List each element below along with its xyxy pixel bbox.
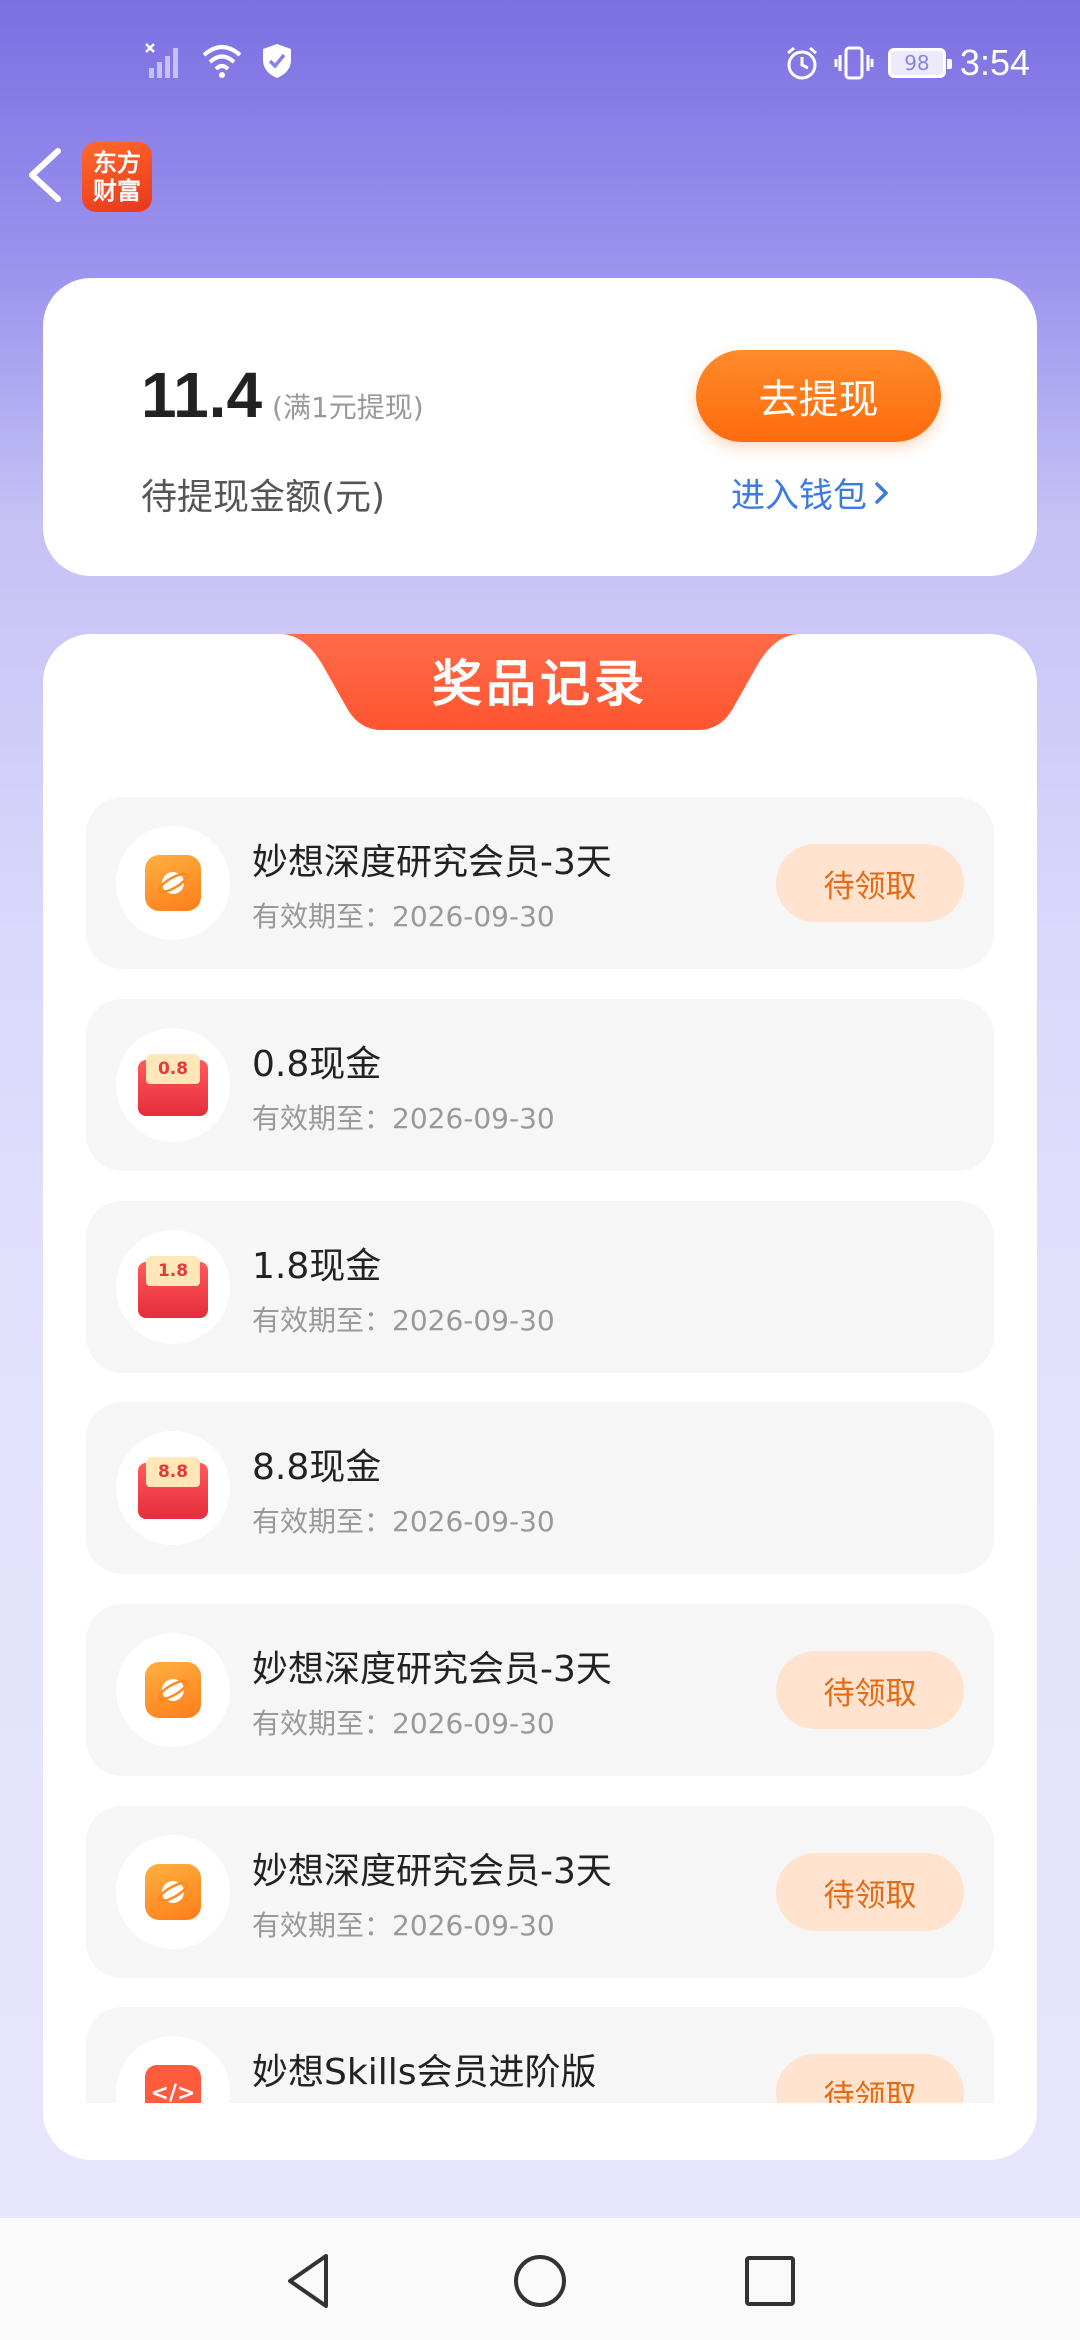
wallet-card: 11.4 (满1元提现) 待提现金额(元) 去提现 进入钱包 bbox=[43, 278, 1037, 576]
prize-expiry: 有效期至：2026-09-30 bbox=[252, 1505, 555, 1538]
prize-list[interactable]: 妙想深度研究会员-3天 有效期至：2026-09-30 待领取 0.8 0.8现… bbox=[86, 797, 994, 2103]
prize-records-title: 奖品记录 bbox=[432, 655, 648, 713]
prize-expiry: 有效期至：2026-09-30 bbox=[252, 900, 555, 933]
prize-expiry: 有效期至：2026-09-30 bbox=[252, 1707, 555, 1740]
logo-line2: 财富 bbox=[93, 176, 141, 205]
nav-back-button[interactable] bbox=[274, 2246, 344, 2316]
back-arrow-icon bbox=[29, 148, 61, 202]
red-envelope-badge: 0.8 bbox=[146, 1054, 200, 1084]
withdraw-threshold-note: (满1元提现) bbox=[272, 391, 424, 424]
prize-expiry: 有效期至：2026-09-30 bbox=[252, 1304, 555, 1337]
red-envelope-badge: 1.8 bbox=[146, 1256, 200, 1286]
status-time: 3:54 bbox=[959, 42, 1030, 83]
battery-level: 98 bbox=[904, 51, 930, 75]
prize-expiry: 有效期至：2026-09-30 bbox=[252, 1102, 555, 1135]
chevron-right-icon bbox=[875, 481, 889, 504]
nav-recents-icon bbox=[745, 2256, 795, 2306]
prize-row: 0.8 0.8现金 有效期至：2026-09-30 bbox=[86, 999, 994, 1171]
prize-row: 妙想深度研究会员-3天 有效期至：2026-09-30 待领取 bbox=[86, 797, 994, 969]
vibrate-icon bbox=[834, 46, 874, 80]
nav-home-button[interactable] bbox=[505, 2246, 575, 2316]
claim-button[interactable]: 待领取 bbox=[776, 844, 964, 922]
app-icon bbox=[145, 855, 201, 911]
withdraw-button[interactable]: 去提现 bbox=[696, 350, 941, 442]
prize-title: 妙想Skills会员进阶版 bbox=[252, 2052, 597, 2093]
app-icon bbox=[145, 1662, 201, 1718]
system-nav-bar bbox=[0, 2218, 1080, 2340]
prize-row: </> 妙想Skills会员进阶版 待领取 bbox=[86, 2007, 994, 2103]
red-envelope-icon: 0.8 bbox=[138, 1054, 208, 1116]
prize-records-header: 奖品记录 bbox=[280, 634, 800, 734]
battery-icon: 98 bbox=[887, 48, 952, 78]
red-envelope-badge: 8.8 bbox=[146, 1457, 200, 1487]
prize-title: 妙想深度研究会员-3天 bbox=[252, 842, 612, 883]
prize-title: 妙想深度研究会员-3天 bbox=[252, 1649, 612, 1690]
alarm-icon bbox=[786, 46, 817, 80]
app-logo: 东方 财富 bbox=[82, 142, 152, 212]
red-envelope-icon: 1.8 bbox=[138, 1256, 208, 1318]
prize-row: 8.8 8.8现金 有效期至：2026-09-30 bbox=[86, 1402, 994, 1574]
shield-icon bbox=[263, 44, 291, 78]
status-bar: 98 3:54 bbox=[0, 0, 1080, 130]
prize-expiry: 有效期至：2026-09-30 bbox=[252, 1909, 555, 1942]
nav-home-icon bbox=[514, 2255, 566, 2307]
enter-wallet-link[interactable]: 进入钱包 bbox=[731, 468, 891, 517]
claim-button[interactable]: 待领取 bbox=[776, 1651, 964, 1729]
prize-row: 1.8 1.8现金 有效期至：2026-09-30 bbox=[86, 1201, 994, 1373]
claim-button[interactable]: 待领取 bbox=[776, 2054, 964, 2103]
prize-row: 妙想深度研究会员-3天 有效期至：2026-09-30 待领取 bbox=[86, 1604, 994, 1776]
nav-back-icon bbox=[288, 2254, 328, 2308]
prize-title: 妙想深度研究会员-3天 bbox=[252, 1851, 612, 1892]
pending-amount-label: 待提现金额(元) bbox=[141, 477, 386, 518]
logo-line1: 东方 bbox=[93, 148, 141, 177]
prize-title: 0.8现金 bbox=[252, 1044, 382, 1085]
wifi-icon bbox=[202, 45, 242, 78]
code-icon: </> bbox=[145, 2065, 201, 2103]
app-icon bbox=[145, 1864, 201, 1920]
pending-amount: 11.4 bbox=[141, 359, 263, 431]
prize-title: 1.8现金 bbox=[252, 1246, 382, 1287]
enter-wallet-label: 进入钱包 bbox=[731, 476, 867, 516]
nav-recents-button[interactable] bbox=[735, 2246, 805, 2316]
back-button[interactable] bbox=[22, 145, 72, 205]
no-signal-icon bbox=[145, 43, 178, 78]
prize-row: 妙想深度研究会员-3天 有效期至：2026-09-30 待领取 bbox=[86, 1806, 994, 1978]
prize-records-card: 奖品记录 妙想深度研究会员-3天 有效期至：2026-09-30 待领取 0.8… bbox=[43, 634, 1037, 2160]
prize-title: 8.8现金 bbox=[252, 1447, 382, 1488]
red-envelope-icon: 8.8 bbox=[138, 1457, 208, 1519]
claim-button[interactable]: 待领取 bbox=[776, 1853, 964, 1931]
